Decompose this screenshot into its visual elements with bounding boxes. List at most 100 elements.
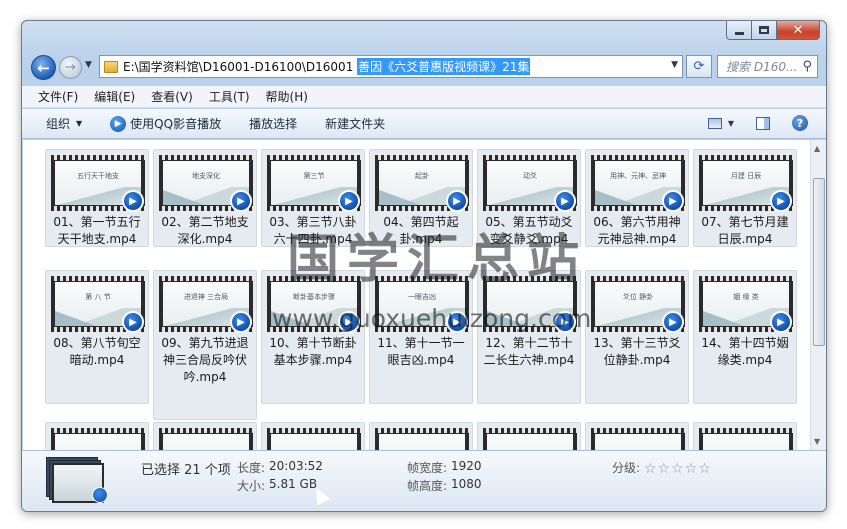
qq-play-label: 使用QQ影音播放 xyxy=(130,117,222,131)
rating-label: 分级: xyxy=(612,461,641,475)
file-item[interactable]: 进退神 三合局 ▶ 09、第九节进退神三合局反吟伏吟.mp4 xyxy=(153,270,257,420)
menu-file[interactable]: 文件(F) xyxy=(38,88,78,105)
rating-stars[interactable]: ☆☆☆☆☆ xyxy=(644,461,712,477)
file-item[interactable]: 五行天干地支 ▶ 01、第一节五行天干地支.mp4 xyxy=(45,149,149,247)
file-name: 13、第十三节爻位静卦.mp4 xyxy=(593,336,681,367)
thumbnail-caption: 第三节 xyxy=(303,172,325,180)
chevron-down-icon: ▼ xyxy=(76,119,83,128)
address-bar[interactable]: E:\国学资料馆\D16001-D16100\D16001 善因《六爻普惠版视频… xyxy=(99,55,683,78)
menu-edit[interactable]: 编辑(E) xyxy=(94,88,135,105)
thumbnail-caption: 用神、元神、忌神 xyxy=(610,172,666,180)
arrow-left-icon: ← xyxy=(37,58,50,77)
file-item[interactable]: ▶ xyxy=(369,422,473,450)
scroll-up-icon[interactable]: ▲ xyxy=(814,144,820,153)
file-item[interactable]: 地支深化 ▶ 02、第二节地支深化.mp4 xyxy=(153,149,257,247)
video-thumbnail xyxy=(51,428,145,450)
vertical-scrollbar[interactable]: ▲ ▼ xyxy=(810,140,826,450)
thumbnail-caption: 爻位 静卦 xyxy=(622,293,654,301)
selected-count: 已选择 21 个项 xyxy=(141,463,231,478)
file-name: 07、第七节月建日辰.mp4 xyxy=(701,215,789,246)
file-item[interactable]: ▶ xyxy=(693,422,797,450)
organize-label: 组织 xyxy=(46,117,71,131)
frame-height-value: 1080 xyxy=(451,477,482,491)
file-name: 10、第十节断卦基本步骤.mp4 xyxy=(269,336,357,367)
qq-player-icon: ▶ xyxy=(446,190,468,212)
length-label: 长度: xyxy=(237,461,266,475)
new-folder-button[interactable]: 新建文件夹 xyxy=(325,115,385,132)
maximize-button[interactable] xyxy=(752,21,777,40)
search-input[interactable]: 搜索 D160... ⚲ xyxy=(717,55,818,78)
organize-button[interactable]: 组织 ▼ xyxy=(46,115,82,132)
forward-button[interactable]: → xyxy=(59,56,82,79)
explorer-window: ✕ ← → ▼ E:\国学资料馆\D16001-D16100\D16001 善因… xyxy=(21,20,827,512)
scrollbar-thumb[interactable] xyxy=(813,178,825,346)
refresh-button[interactable]: ⟳ xyxy=(686,55,712,78)
playlist-button[interactable]: 播放选择 xyxy=(249,115,297,132)
chevron-down-icon[interactable]: ▼ xyxy=(728,119,734,128)
watermark-name: 国学汇总站 xyxy=(287,230,588,290)
menu-help[interactable]: 帮助(H) xyxy=(266,88,308,105)
minimize-button[interactable] xyxy=(726,21,752,40)
history-dropdown[interactable]: ▼ xyxy=(85,60,92,70)
file-item[interactable]: ▶ xyxy=(153,422,257,450)
chevron-down-icon[interactable]: ▼ xyxy=(671,60,678,70)
arrow-right-icon: → xyxy=(65,60,76,75)
view-mode-icon[interactable] xyxy=(707,117,722,129)
refresh-icon: ⟳ xyxy=(693,59,705,74)
qq-player-icon: ▶ xyxy=(770,190,792,212)
scroll-down-icon[interactable]: ▼ xyxy=(814,437,820,446)
playlist-label: 播放选择 xyxy=(249,117,298,131)
qq-play-button[interactable]: ▶ 使用QQ影音播放 xyxy=(110,115,221,132)
minimize-icon xyxy=(734,31,744,35)
help-icon[interactable]: ? xyxy=(792,115,808,131)
frame-height-label: 帧高度: xyxy=(407,479,448,493)
file-item[interactable]: ▶ xyxy=(261,422,365,450)
back-button[interactable]: ← xyxy=(31,55,56,80)
file-item[interactable]: ▶ xyxy=(45,422,149,450)
qq-player-icon xyxy=(92,487,108,503)
file-name: 11、第十一节一眼吉凶.mp4 xyxy=(377,336,465,367)
selection-thumbnail xyxy=(46,457,108,505)
file-item[interactable]: 月建 日辰 ▶ 07、第七节月建日辰.mp4 xyxy=(693,149,797,247)
address-selected-text[interactable]: 善因《六爻普惠版视频课》21集 xyxy=(357,58,531,75)
file-grid: 五行天干地支 ▶ 01、第一节五行天干地支.mp4 地支深化 ▶ 02、第二节地支深化.m… xyxy=(23,140,810,450)
file-name: 14、第十四节姻缘类.mp4 xyxy=(701,336,789,367)
qq-player-icon: ▶ xyxy=(230,190,252,212)
file-name: 01、第一节五行天干地支.mp4 xyxy=(53,215,141,246)
navigation-bar: ← → ▼ E:\国学资料馆\D16001-D16100\D16001 善因《六… xyxy=(22,51,826,83)
qq-player-icon: ▶ xyxy=(122,190,144,212)
qq-player-icon: ▶ xyxy=(122,311,144,333)
file-item[interactable]: 第 八 节 ▶ 08、第八节旬空暗动.mp4 xyxy=(45,270,149,404)
qq-player-icon: ▶ xyxy=(554,190,576,212)
thumbnail-caption: 姻 缘 类 xyxy=(733,293,759,301)
menu-view[interactable]: 查看(V) xyxy=(151,88,193,105)
command-bar: 组织 ▼ ▶ 使用QQ影音播放 播放选择 新建文件夹 ▼ ? xyxy=(22,109,826,139)
file-name: 12、第十二节十二长生六神.mp4 xyxy=(483,336,575,367)
file-item[interactable]: 用神、元神、忌神 ▶ 06、第六节用神元神忌神.mp4 xyxy=(585,149,689,247)
video-thumbnail xyxy=(267,428,361,450)
video-thumbnail xyxy=(483,428,577,450)
thumbnail-caption: 第 八 节 xyxy=(85,293,111,301)
video-thumbnail xyxy=(375,428,469,450)
file-item[interactable]: ▶ xyxy=(477,422,581,450)
thumbnail-caption: 进退神 三合局 xyxy=(183,293,229,301)
frame-width-label: 帧宽度: xyxy=(407,461,448,475)
menu-bar: 文件(F) 编辑(E) 查看(V) 工具(T) 帮助(H) xyxy=(22,86,826,108)
caption-buttons: ✕ xyxy=(726,21,820,40)
frame-width-value: 1920 xyxy=(451,459,482,473)
menu-tools[interactable]: 工具(T) xyxy=(209,88,250,105)
file-item[interactable]: ▶ xyxy=(585,422,689,450)
thumbnail-caption: 断卦基本步骤 xyxy=(293,293,335,301)
qq-player-icon: ▶ xyxy=(662,190,684,212)
preview-pane-icon[interactable] xyxy=(756,116,770,130)
close-button[interactable]: ✕ xyxy=(777,21,820,40)
size-value: 5.81 GB xyxy=(269,477,318,491)
file-item[interactable]: 姻 缘 类 ▶ 14、第十四节姻缘类.mp4 xyxy=(693,270,797,404)
maximize-icon xyxy=(759,26,769,34)
qq-player-icon: ▶ xyxy=(770,311,792,333)
file-item[interactable]: 爻位 静卦 ▶ 13、第十三节爻位静卦.mp4 xyxy=(585,270,689,404)
file-name: 02、第二节地支深化.mp4 xyxy=(161,215,249,246)
search-icon[interactable]: ⚲ xyxy=(802,59,812,74)
size-label: 大小: xyxy=(237,479,266,493)
file-name: 09、第九节进退神三合局反吟伏吟.mp4 xyxy=(161,336,249,384)
